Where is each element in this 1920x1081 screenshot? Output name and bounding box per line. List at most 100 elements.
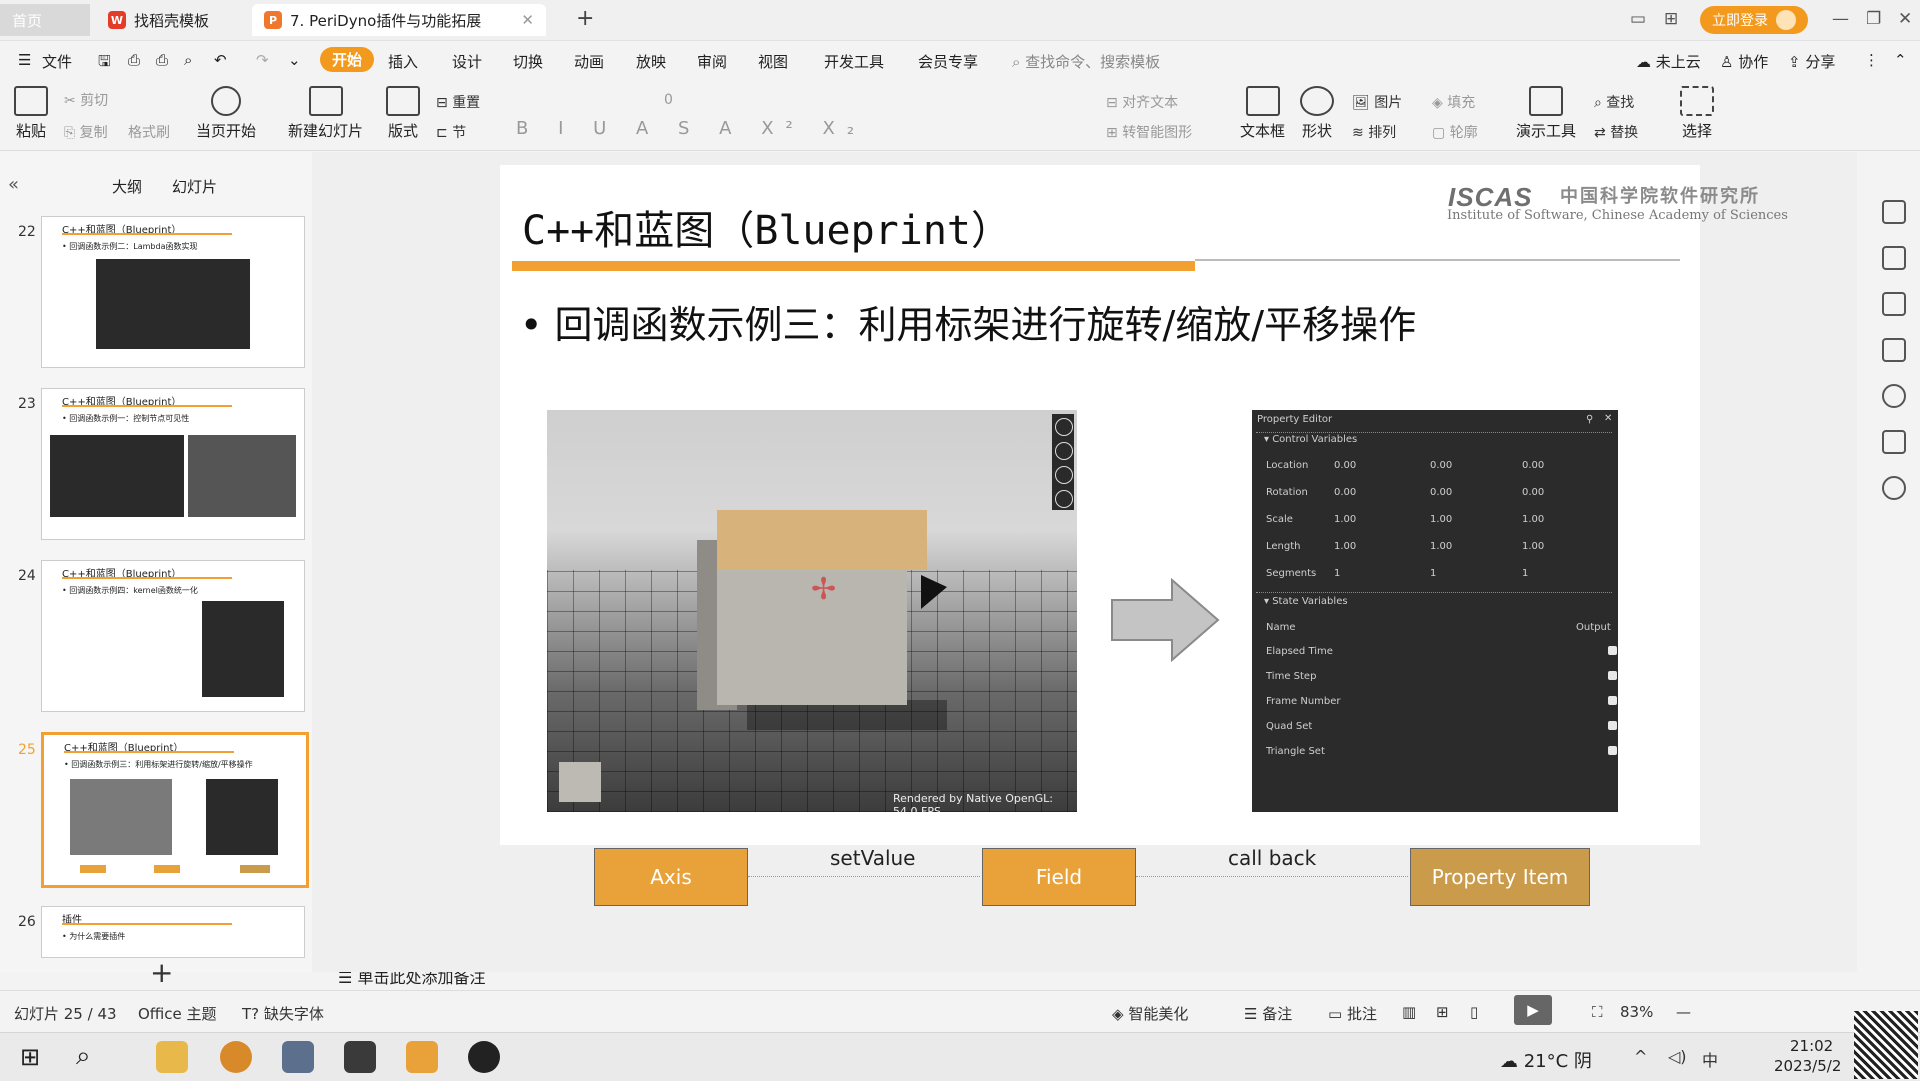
property-value[interactable]: 0.00	[1522, 487, 1544, 498]
collapse-ribbon-icon[interactable]: ⌃	[1894, 51, 1907, 69]
menu-developer[interactable]: 开发工具	[824, 51, 884, 72]
picture-button[interactable]: 🖼 图片	[1352, 92, 1402, 112]
cloud-status[interactable]: ☁ 未上云	[1636, 51, 1701, 72]
help-icon[interactable]	[1882, 476, 1906, 500]
book-icon[interactable]	[1882, 430, 1906, 454]
smart-beautify-button[interactable]: ◈ 智能美化	[1112, 1003, 1188, 1024]
missing-font[interactable]: T? 缺失字体	[242, 1003, 324, 1024]
restore-icon[interactable]: ❐	[1866, 9, 1881, 29]
windows-start-icon[interactable]: ⊞	[20, 1043, 40, 1071]
menu-slideshow[interactable]: 放映	[636, 51, 666, 72]
collapse-panel-icon[interactable]: «	[8, 174, 19, 195]
slide-thumb-26[interactable]: 插件 • 为什么需要插件	[41, 906, 305, 958]
reading-view-icon[interactable]: ▯	[1470, 1003, 1478, 1021]
menu-member[interactable]: 会员专享	[918, 51, 978, 72]
select-button[interactable]: 选择	[1680, 86, 1714, 141]
textbox-button[interactable]: 文本框	[1240, 86, 1285, 141]
export-icon[interactable]: ⎙	[128, 51, 140, 69]
globe-icon[interactable]	[1055, 466, 1073, 484]
visual-studio-icon[interactable]	[282, 1041, 314, 1073]
edit-icon[interactable]	[1055, 442, 1073, 460]
code-editor-icon[interactable]	[344, 1041, 376, 1073]
fullscreen-icon[interactable]	[1055, 418, 1073, 436]
property-value[interactable]: 1.00	[1430, 514, 1452, 525]
reset-button[interactable]: ⊟ 重置	[436, 92, 480, 112]
align-text-button[interactable]: ⊟ 对齐文本	[1106, 92, 1178, 112]
slide-thumb-24[interactable]: C++和蓝图（Blueprint） • 回调函数示例四：kernel函数统一化	[41, 560, 305, 712]
output-checkbox[interactable]	[1608, 671, 1617, 680]
notes-button[interactable]: ☰ 备注	[1244, 1003, 1292, 1024]
output-checkbox[interactable]	[1608, 646, 1617, 655]
shape-button[interactable]: 形状	[1300, 86, 1334, 141]
field-box[interactable]: Field	[982, 848, 1136, 906]
paste-button[interactable]: 粘贴	[14, 86, 48, 141]
tab-slides[interactable]: 幻灯片	[172, 176, 217, 197]
property-value[interactable]: 1.00	[1522, 541, 1544, 552]
property-value[interactable]: 1.00	[1334, 514, 1356, 525]
property-value[interactable]: 1	[1522, 568, 1528, 579]
collab-button[interactable]: ♙ 协作	[1720, 51, 1768, 72]
normal-view-icon[interactable]: ▥	[1402, 1003, 1416, 1021]
file-explorer-icon[interactable]	[156, 1041, 188, 1073]
tab-template[interactable]: W 找稻壳模板	[96, 4, 221, 36]
property-value[interactable]: 1	[1334, 568, 1340, 579]
property-value[interactable]: 0.00	[1334, 487, 1356, 498]
fit-icon[interactable]: ⛶	[1592, 1003, 1603, 1021]
ime-indicator[interactable]: 中	[1702, 1047, 1718, 1071]
property-value[interactable]: 0.00	[1430, 487, 1452, 498]
property-value[interactable]: 1	[1430, 568, 1436, 579]
property-value[interactable]: 1.00	[1430, 541, 1452, 552]
login-button[interactable]: 立即登录	[1700, 6, 1808, 34]
fill-button[interactable]: ◈ 填充	[1432, 92, 1475, 112]
menu-animation[interactable]: 动画	[574, 51, 604, 72]
hamburger-icon[interactable]: ☰	[18, 51, 31, 69]
output-checkbox[interactable]	[1608, 746, 1617, 755]
tab-outline[interactable]: 大纲	[112, 176, 142, 197]
output-checkbox[interactable]	[1608, 696, 1617, 705]
font-size-select[interactable]: 0	[664, 92, 673, 108]
tab-document[interactable]: P 7. PeriDyno插件与功能拓展 ✕	[252, 4, 546, 36]
scene-screenshot[interactable]: ✢ Rendered by Native OpenGL: 54.0 FPS	[547, 410, 1077, 812]
copy-button[interactable]: ⎘ 复制	[64, 122, 108, 142]
play-from-current-button[interactable]: 当页开始	[196, 86, 256, 141]
font-style-icons[interactable]: B I U A S A X² X₂	[516, 118, 866, 139]
app-icon[interactable]	[468, 1041, 500, 1073]
menu-file[interactable]: 文件	[42, 51, 72, 72]
volume-icon[interactable]: ◁)	[1668, 1047, 1687, 1066]
output-checkbox[interactable]	[1608, 721, 1617, 730]
menu-home[interactable]: 开始	[320, 47, 375, 72]
replace-button[interactable]: ⇄ 替换	[1594, 122, 1638, 142]
menu-insert[interactable]: 插入	[388, 51, 418, 72]
redo-icon[interactable]: ↷	[256, 51, 269, 69]
apps-grid-icon[interactable]: ⊞	[1664, 9, 1678, 29]
new-tab-button[interactable]: +	[576, 6, 594, 31]
slide-thumb-22[interactable]: C++和蓝图（Blueprint） • 回调函数示例二：Lambda函数实现	[41, 216, 305, 368]
menu-view[interactable]: 视图	[758, 51, 788, 72]
arrange-button[interactable]: ≋ 排列	[1352, 122, 1396, 142]
find-button[interactable]: ⌕ 查找	[1594, 92, 1634, 112]
layout-button[interactable]: 版式	[386, 86, 420, 141]
slide-title[interactable]: C++和蓝图（Blueprint）	[522, 198, 1011, 256]
window-layout-icon[interactable]: ▭	[1630, 9, 1646, 29]
section-button[interactable]: ⊏ 节	[436, 122, 466, 142]
print-icon[interactable]: ⎙	[156, 51, 168, 69]
comments-button[interactable]: ▭ 批注	[1328, 1003, 1377, 1024]
compass-icon[interactable]	[1882, 384, 1906, 408]
play-slideshow-icon[interactable]: ▶	[1514, 995, 1552, 1025]
smartart-button[interactable]: ⊞ 转智能图形	[1106, 122, 1192, 142]
property-item-box[interactable]: Property Item	[1410, 848, 1590, 906]
menu-review[interactable]: 审阅	[697, 51, 727, 72]
outline-button[interactable]: ▢ 轮廓	[1432, 122, 1478, 142]
menu-transition[interactable]: 切换	[513, 51, 543, 72]
search-icon[interactable]: ⌕	[76, 1041, 91, 1072]
cut-button[interactable]: ✂ 剪切	[64, 90, 108, 110]
wps-taskbar-icon[interactable]	[406, 1041, 438, 1073]
tray-chevron-icon[interactable]: ^	[1634, 1047, 1647, 1066]
close-window-icon[interactable]: ✕	[1898, 9, 1912, 29]
property-value[interactable]: 0.00	[1334, 460, 1356, 471]
tab-home[interactable]: 首页	[0, 4, 90, 36]
property-value[interactable]: 0.00	[1430, 460, 1452, 471]
property-editor-screenshot[interactable]: Property Editor ⚲ ✕ ▾ Control Variables …	[1252, 410, 1618, 812]
axis-box[interactable]: Axis	[594, 848, 748, 906]
chevron-down-icon[interactable]: ⌄	[288, 51, 301, 69]
